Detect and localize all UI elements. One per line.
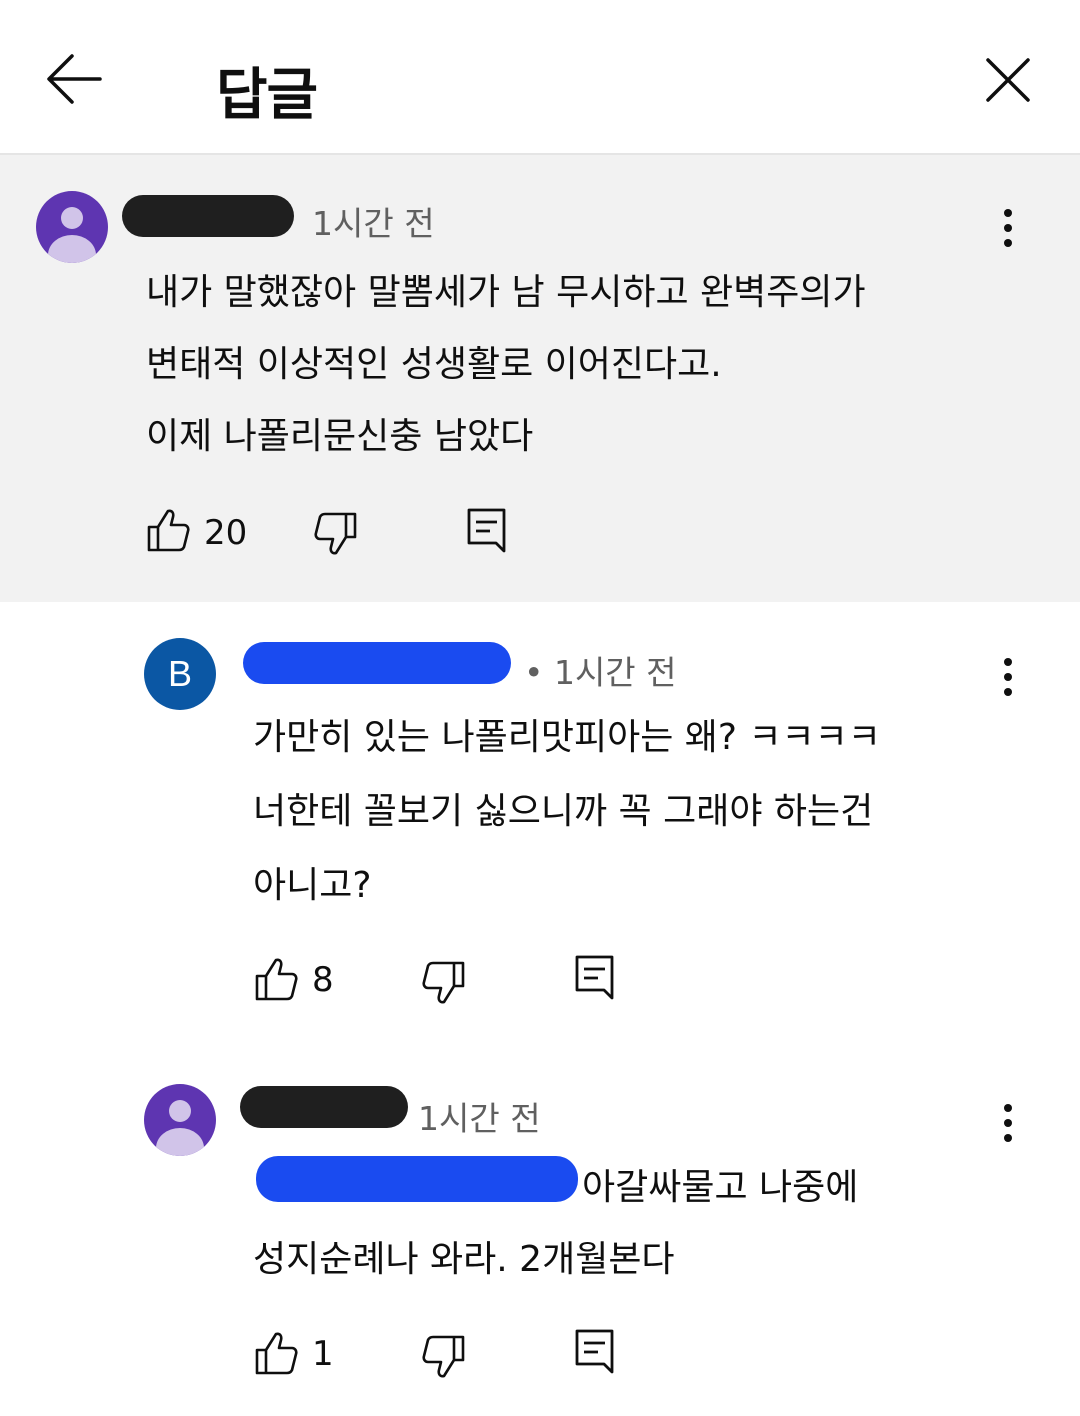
back-arrow-icon[interactable] — [40, 48, 106, 110]
dislike-button[interactable] — [422, 1334, 466, 1380]
like-count: 8 — [312, 960, 334, 1000]
comment-text-line: 아갈싸물고 나중에 — [582, 1167, 859, 1208]
comment-text-line: 아니고? — [253, 865, 372, 906]
reply-comment: 1시간 전 아갈싸물고 나중에 성지순례나 와라. 2개월본다 1 — [0, 1050, 1080, 1416]
thumbs-down-icon — [422, 961, 465, 1004]
like-count: 1 — [312, 1334, 334, 1374]
like-button[interactable] — [254, 956, 298, 1002]
redacted-author-name — [122, 195, 294, 237]
more-options-icon[interactable] — [993, 1098, 1023, 1148]
reply-button[interactable] — [466, 507, 508, 555]
thumbs-up-icon — [147, 509, 190, 552]
reply-comment-icon — [575, 1329, 614, 1374]
reply-comment-icon — [575, 955, 614, 1000]
reply-button[interactable] — [574, 954, 616, 1002]
dislike-button[interactable] — [314, 511, 358, 557]
person-icon — [169, 1100, 191, 1122]
page-title: 답글 — [216, 63, 318, 128]
comment-text-line: 가만히 있는 나폴리맛피아는 왜? ㅋㅋㅋㅋ — [253, 717, 881, 758]
like-count: 20 — [204, 513, 248, 553]
more-options-icon[interactable] — [993, 652, 1023, 702]
redacted-author-name — [243, 642, 511, 684]
thumbs-up-icon — [255, 1332, 298, 1375]
close-icon[interactable] — [980, 52, 1036, 108]
comment-text-line: 변태적 이상적인 성생활로 이어진다고. — [146, 344, 722, 385]
comment-time: 1시간 전 — [418, 1099, 541, 1138]
comment-text-line: 이제 나폴리문신충 남았다 — [146, 416, 534, 457]
comment-text-line: 내가 말했잖아 말뽐세가 남 무시하고 완벽주의가 — [146, 272, 866, 313]
reply-comment: B • 1시간 전 가만히 있는 나폴리맛피아는 왜? ㅋㅋㅋㅋ 너한테 꼴보기… — [0, 602, 1080, 1042]
redacted-author-name — [240, 1086, 408, 1128]
reply-button[interactable] — [574, 1328, 616, 1376]
avatar[interactable] — [144, 1084, 216, 1156]
comment-text-line: 너한테 꼴보기 싫으니까 꼭 그래야 하는건 — [253, 791, 874, 832]
comment-text-line: 성지순례나 와라. 2개월본다 — [253, 1239, 675, 1280]
redacted-mention — [256, 1156, 578, 1202]
thumbs-down-icon — [422, 1335, 465, 1378]
header: 답글 — [0, 0, 1080, 155]
avatar[interactable]: B — [144, 638, 216, 710]
like-button[interactable] — [146, 507, 190, 553]
comment-time: • 1시간 전 — [524, 653, 677, 692]
dislike-button[interactable] — [422, 960, 466, 1006]
reply-comment-icon — [467, 508, 506, 553]
avatar[interactable] — [36, 191, 108, 263]
comment-time: 1시간 전 — [312, 204, 435, 243]
thumbs-down-icon — [314, 512, 357, 555]
parent-comment: 1시간 전 내가 말했잖아 말뽐세가 남 무시하고 완벽주의가 변태적 이상적인… — [0, 155, 1080, 602]
more-options-icon[interactable] — [993, 203, 1023, 253]
like-button[interactable] — [254, 1330, 298, 1376]
thumbs-up-icon — [255, 958, 298, 1001]
person-icon — [61, 207, 83, 229]
